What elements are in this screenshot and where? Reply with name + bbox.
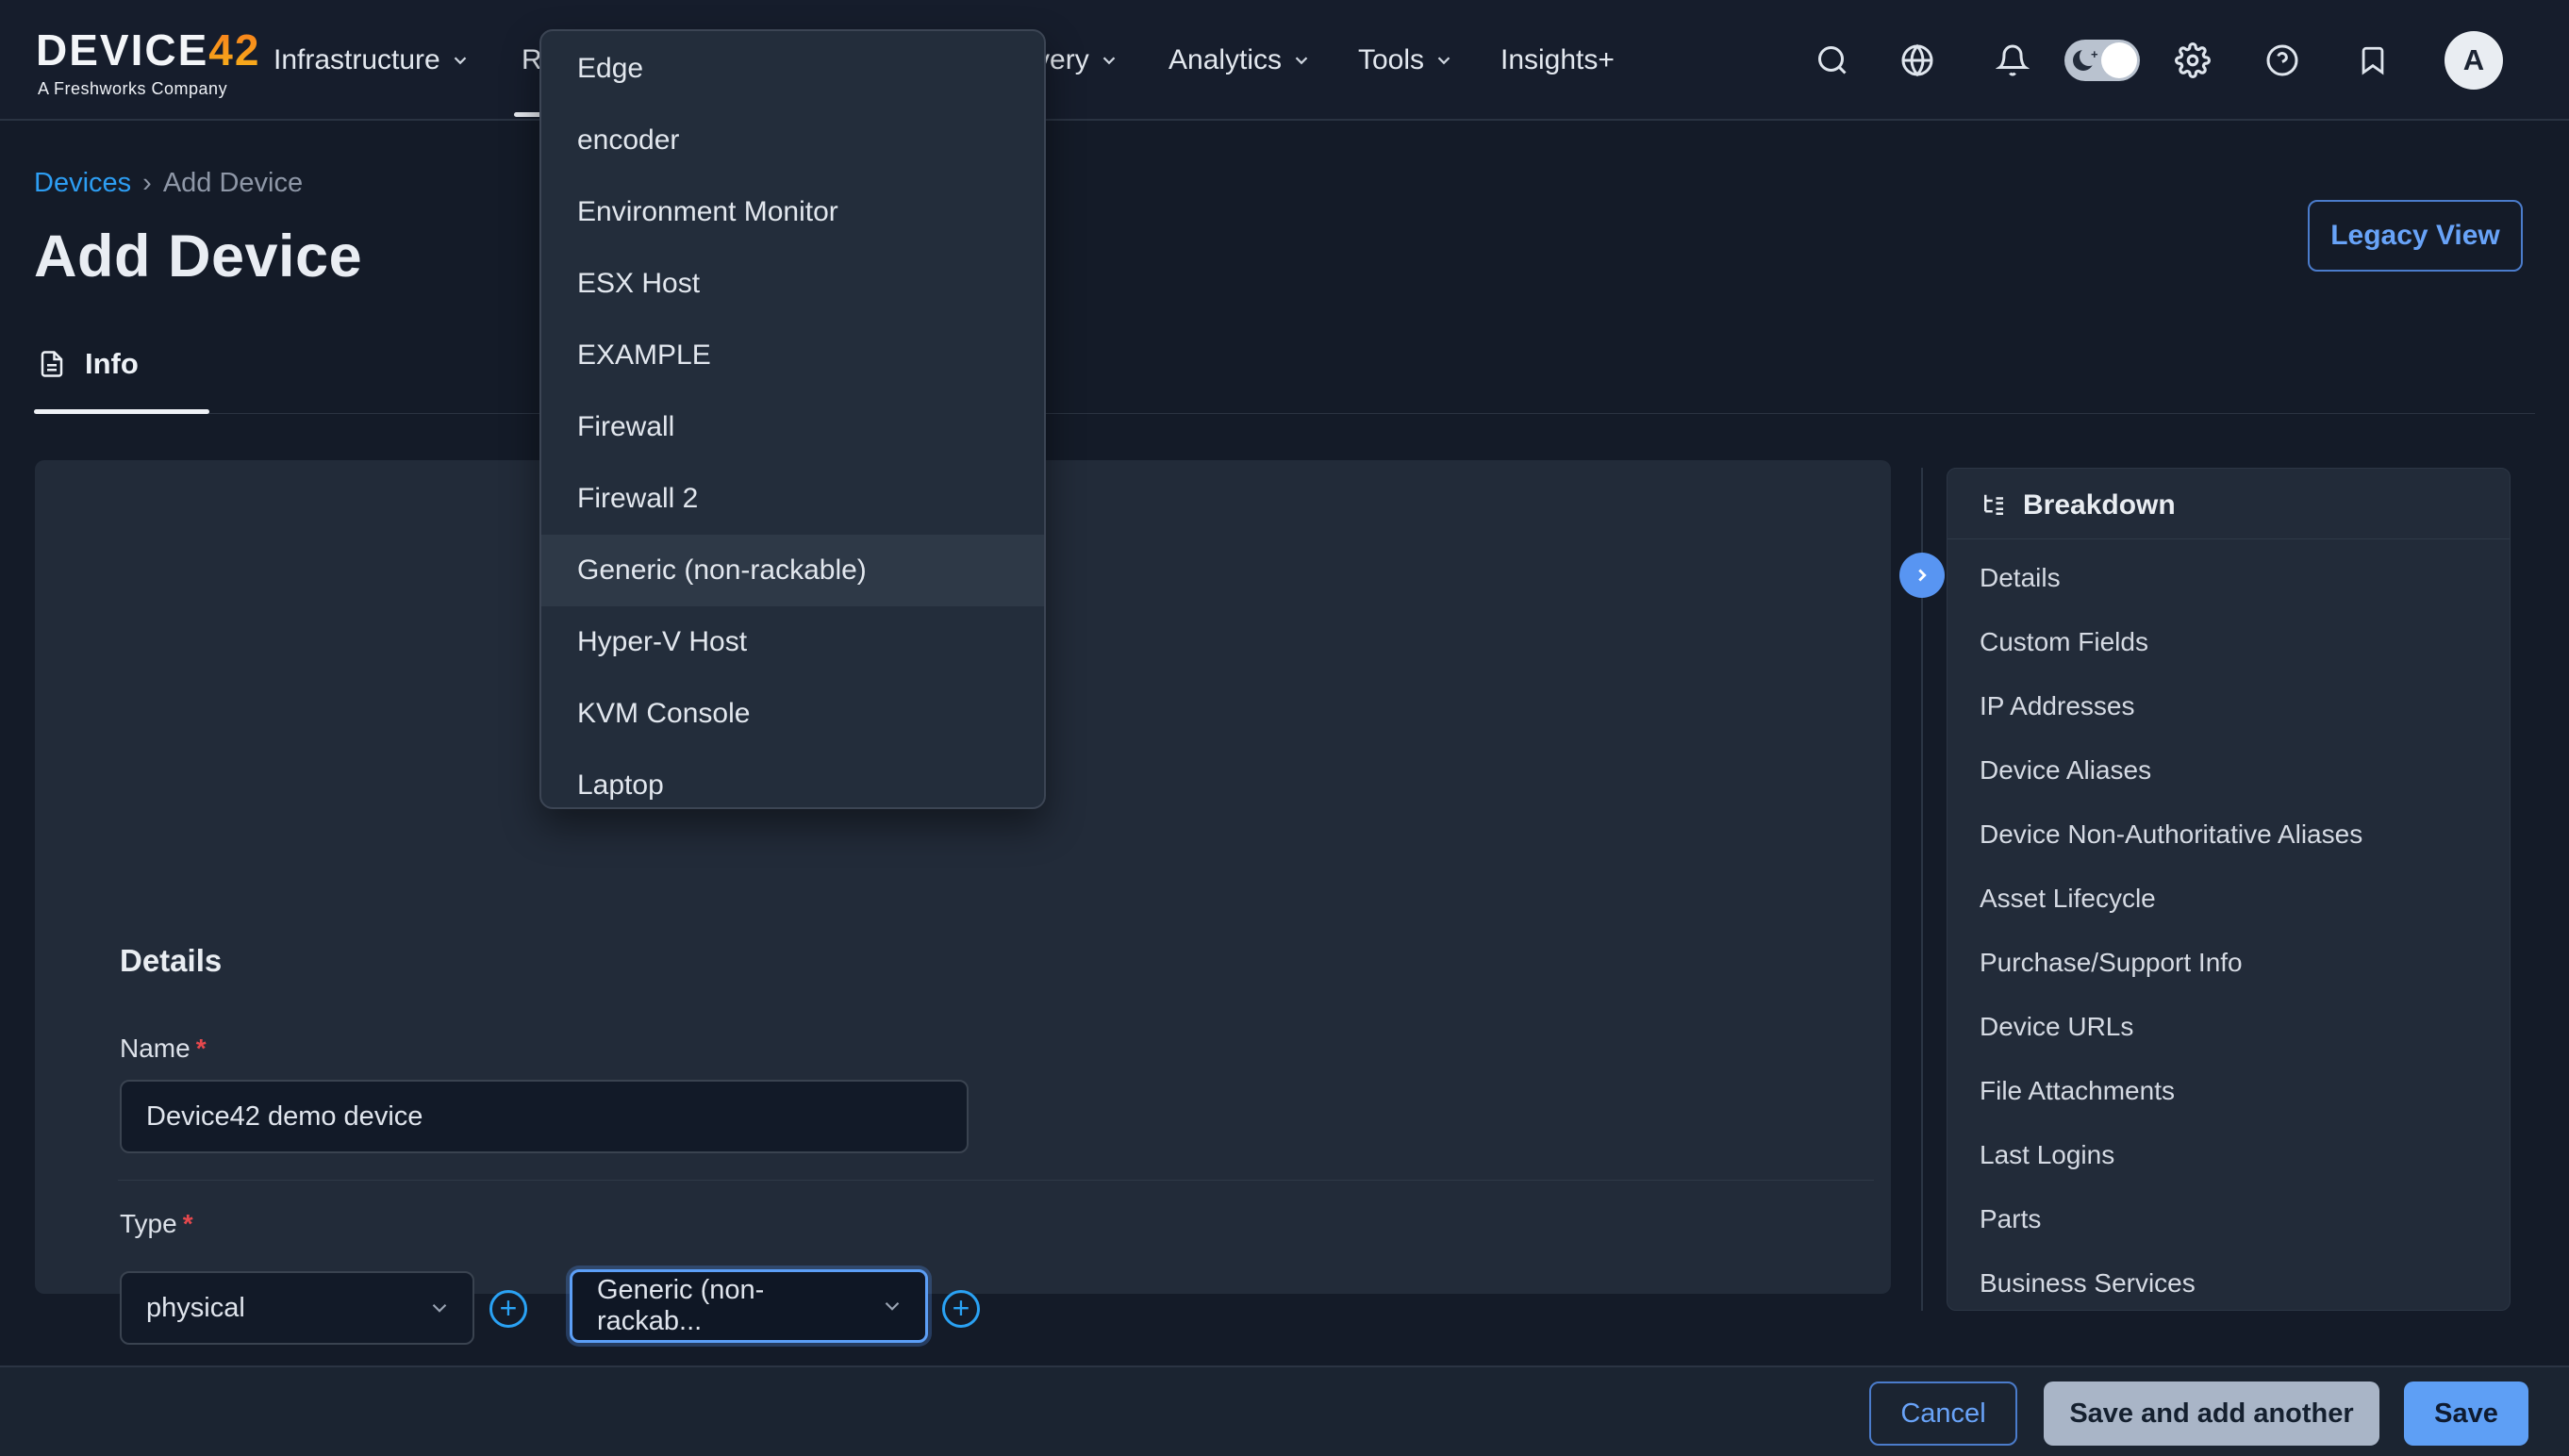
breadcrumb-separator: › [142,168,152,199]
logo-42: 42 [208,25,260,74]
chevron-down-icon [427,1296,452,1320]
chevron-down-icon [1291,50,1312,71]
tree-list-icon [1980,491,2008,520]
breakdown-item[interactable]: Custom Fields [1980,627,2148,657]
chevron-right-icon [1912,565,1932,586]
notifications-bell-icon[interactable] [1988,0,2037,121]
tab-active-underline [34,409,209,414]
breakdown-item[interactable]: Device Non-Authoritative Aliases [1980,819,2362,850]
dropdown-option[interactable]: Firewall 2 [541,463,1044,535]
logo-device: DEVICE [36,25,208,74]
dropdown-option[interactable]: ESX Host [541,248,1044,320]
chevron-down-icon [880,1294,904,1318]
subtype-select[interactable]: Generic (non-rackab... [570,1269,928,1343]
cancel-button[interactable]: Cancel [1869,1382,2017,1446]
dropdown-option[interactable]: Firewall [541,391,1044,463]
user-avatar[interactable]: A [2445,31,2503,90]
breakdown-item[interactable]: Asset Lifecycle [1980,884,2156,914]
logo-tagline: A Freshworks Company [38,79,227,99]
chevron-down-icon [1099,50,1119,71]
dropdown-option[interactable]: Laptop [541,750,1044,809]
dropdown-option[interactable]: Hyper-V Host [541,606,1044,678]
dropdown-option[interactable]: encoder [541,105,1044,176]
bookmark-icon[interactable] [2348,0,2397,121]
add-type-button[interactable]: + [489,1290,527,1328]
breakdown-header: Breakdown [1980,489,2176,521]
add-device-page: DEVICE42 A Freshworks Company Infrastruc… [0,0,2569,1456]
device42-logo[interactable]: DEVICE42 [36,25,260,75]
sparkle-icon: + [2091,47,2098,61]
breakdown-item[interactable]: Details [1980,563,2061,593]
dropdown-option[interactable]: Edge [541,33,1044,105]
type-label: Type* [120,1209,193,1239]
chevron-down-icon [1434,50,1454,71]
tab-divider [34,413,2535,414]
name-input[interactable] [120,1080,969,1153]
breakdown-item[interactable]: IP Addresses [1980,691,2134,721]
name-label: Name* [120,1034,207,1064]
breakdown-item[interactable]: Device URLs [1980,1012,2133,1042]
breakdown-item[interactable]: Device Aliases [1980,755,2151,786]
divider [1947,538,2510,539]
tab-info[interactable]: Info [38,347,139,381]
settings-gear-icon[interactable] [2168,0,2217,121]
breadcrumb-current: Add Device [163,168,303,199]
save-button[interactable]: Save [2404,1382,2528,1446]
breakdown-item[interactable]: File Attachments [1980,1076,2175,1106]
theme-toggle-knob [2101,42,2137,78]
globe-icon[interactable] [1893,0,1942,121]
subtype-dropdown-menu: Edge encoder Environment Monitor ESX Hos… [539,29,1046,809]
save-and-add-another-button[interactable]: Save and add another [2044,1382,2379,1446]
dropdown-option[interactable]: EXAMPLE [541,320,1044,391]
chevron-down-icon [450,50,471,71]
document-icon [38,348,66,380]
dropdown-option-highlighted[interactable]: Generic (non-rackable) [541,535,1044,606]
theme-toggle[interactable]: + [2064,40,2140,81]
required-asterisk: * [177,1209,193,1238]
type-select[interactable]: physical [120,1271,474,1345]
search-icon[interactable] [1808,0,1857,121]
breadcrumb: Devices › Add Device [34,168,303,199]
add-subtype-button[interactable]: + [942,1290,980,1328]
breakdown-item[interactable]: Last Logins [1980,1140,2114,1170]
page-title: Add Device [34,223,362,290]
section-title: Details [120,943,222,979]
breakdown-item[interactable]: Business Services [1980,1268,2196,1299]
breakdown-item[interactable]: Parts [1980,1204,2041,1234]
tab-info-label: Info [85,347,139,381]
dropdown-option[interactable]: Environment Monitor [541,176,1044,248]
required-asterisk: * [191,1034,207,1063]
legacy-view-button[interactable]: Legacy View [2308,200,2523,272]
footer-action-bar: Cancel Save and add another Save [0,1365,2569,1456]
sidebar-collapse-button[interactable] [1899,553,1945,598]
breakdown-item[interactable]: Purchase/Support Info [1980,948,2243,978]
nav-item-insights[interactable]: Insights+ [1500,0,1615,121]
divider [118,1180,1874,1181]
nav-item-infrastructure[interactable]: Infrastructure [273,0,471,121]
top-nav: DEVICE42 A Freshworks Company Infrastruc… [0,0,2569,121]
help-icon[interactable] [2258,0,2307,121]
nav-item-tools[interactable]: Tools [1358,0,1454,121]
dropdown-option[interactable]: KVM Console [541,678,1044,750]
breadcrumb-devices-link[interactable]: Devices [34,168,131,199]
breakdown-panel: Breakdown Details Custom Fields IP Addre… [1947,468,2511,1311]
nav-item-analytics[interactable]: Analytics [1168,0,1312,121]
